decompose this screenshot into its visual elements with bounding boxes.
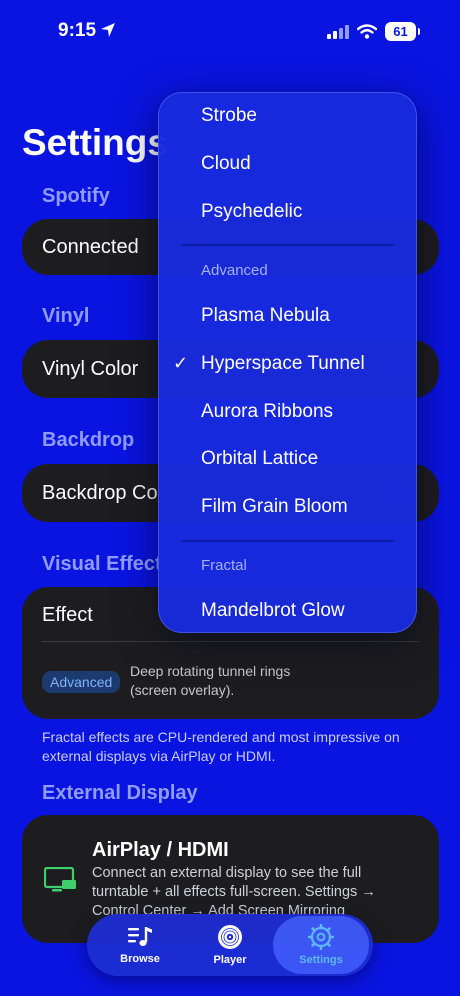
effect-dropdown-menu: Strobe Cloud Psychedelic Advanced Plasma… bbox=[158, 92, 417, 633]
menu-header-fractal: Fractal bbox=[201, 557, 247, 574]
tab-settings[interactable]: Settings bbox=[273, 916, 369, 974]
effect-description: Deep rotating tunnel rings (screen overl… bbox=[130, 663, 291, 698]
spotify-status-label: Connected bbox=[42, 236, 139, 258]
menu-item-hyperspace-tunnel[interactable]: Hyperspace Tunnel bbox=[201, 353, 365, 375]
airplay-hdmi-title: AirPlay / HDMI bbox=[92, 839, 229, 861]
tab-player-label: Player bbox=[213, 954, 247, 966]
advanced-badge-label: Advanced bbox=[42, 671, 121, 693]
tab-settings-label: Settings bbox=[299, 954, 343, 966]
effect-label[interactable]: Effect bbox=[42, 604, 93, 627]
tab-player[interactable]: Player bbox=[185, 914, 275, 976]
menu-item-film-grain-bloom[interactable]: Film Grain Bloom bbox=[201, 496, 348, 518]
status-time: 9:15 bbox=[58, 20, 97, 41]
backdrop-color-label: Backdrop Co bbox=[42, 482, 158, 504]
tab-bar: Browse Player Settings bbox=[87, 914, 373, 976]
menu-item-aurora-ribbons[interactable]: Aurora Ribbons bbox=[201, 401, 333, 423]
section-label-external-display: External Display bbox=[42, 782, 198, 804]
effect-divider bbox=[42, 641, 419, 642]
location-arrow-icon bbox=[101, 23, 115, 37]
menu-item-strobe[interactable]: Strobe bbox=[201, 105, 257, 127]
menu-separator bbox=[181, 244, 394, 246]
cellular-signal-icon bbox=[327, 24, 349, 39]
music-list-icon bbox=[128, 927, 152, 946]
menu-header-advanced: Advanced bbox=[201, 262, 268, 279]
menu-item-plasma-nebula[interactable]: Plasma Nebula bbox=[201, 305, 330, 327]
menu-item-mandelbrot-glow[interactable]: Mandelbrot Glow bbox=[201, 600, 345, 622]
section-label-backdrop: Backdrop bbox=[42, 429, 135, 451]
menu-separator bbox=[181, 540, 394, 542]
airplay-hdmi-description: Connect an external display to see the f… bbox=[92, 865, 376, 919]
battery-indicator: 61 bbox=[385, 22, 420, 41]
status-indicators: 61 bbox=[327, 22, 420, 41]
vinyl-color-label: Vinyl Color bbox=[42, 358, 139, 380]
advanced-badge: Advanced bbox=[42, 671, 121, 693]
checkmark-icon: ✓ bbox=[173, 353, 189, 373]
gear-icon bbox=[308, 924, 334, 950]
tab-browse-label: Browse bbox=[120, 953, 160, 965]
wifi-icon bbox=[357, 24, 377, 39]
menu-item-orbital-lattice[interactable]: Orbital Lattice bbox=[201, 448, 318, 470]
page-title: Settings bbox=[22, 122, 168, 163]
section-label-visual-effect: Visual Effect bbox=[42, 553, 162, 575]
section-label-spotify: Spotify bbox=[42, 185, 110, 207]
external-display-icon bbox=[44, 867, 76, 892]
fractal-footnote: Fractal effects are CPU-rendered and mos… bbox=[42, 729, 400, 764]
menu-item-psychedelic[interactable]: Psychedelic bbox=[201, 201, 302, 223]
vinyl-disc-icon bbox=[218, 925, 242, 949]
tab-browse[interactable]: Browse bbox=[95, 914, 185, 976]
menu-item-cloud[interactable]: Cloud bbox=[201, 153, 251, 175]
section-label-vinyl: Vinyl bbox=[42, 305, 90, 327]
